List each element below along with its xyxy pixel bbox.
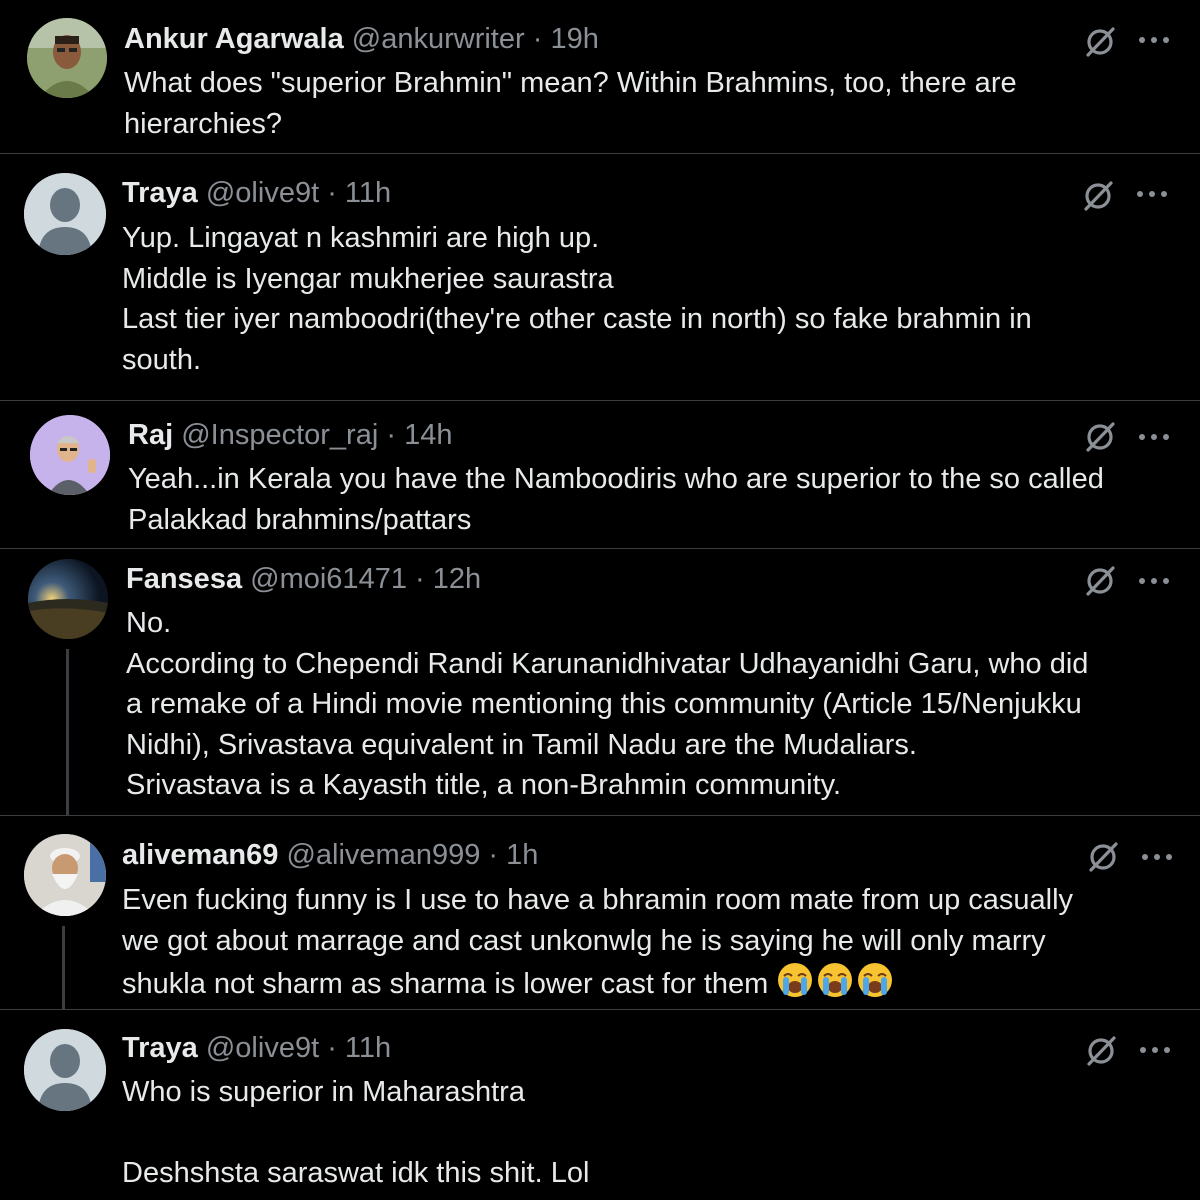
mute-icon[interactable] <box>1080 178 1116 214</box>
timestamp[interactable]: 11h <box>345 1032 391 1064</box>
more-options-icon[interactable] <box>1138 36 1170 44</box>
tweet-text: Who is superior in Maharashtra Deshshsta… <box>122 1076 590 1189</box>
mute-icon[interactable] <box>1083 1033 1119 1069</box>
avatar[interactable] <box>24 1029 106 1111</box>
tweet-header: Traya @olive9t · 11h <box>122 1030 391 1066</box>
avatar[interactable] <box>24 173 106 255</box>
thread-line <box>62 926 65 1009</box>
mute-icon[interactable] <box>1085 839 1121 875</box>
author-name[interactable]: Traya <box>122 177 198 209</box>
author-name[interactable]: Traya <box>122 1032 198 1064</box>
tweet[interactable]: Traya @olive9t · 11h Yup. Lingayat n kas… <box>0 154 1200 400</box>
more-options-icon[interactable] <box>1138 433 1170 441</box>
timestamp[interactable]: 12h <box>433 563 481 595</box>
mute-icon[interactable] <box>1082 419 1118 455</box>
loudly-crying-face-icon <box>818 963 853 997</box>
timestamp[interactable]: 14h <box>404 419 452 451</box>
separator: · <box>319 177 345 209</box>
more-options-icon[interactable] <box>1141 853 1173 861</box>
separator: · <box>524 23 551 55</box>
separator: · <box>406 563 433 595</box>
tweet-header: Raj @Inspector_raj · 14h <box>128 417 452 453</box>
more-options-icon[interactable] <box>1139 1046 1171 1054</box>
tweet-header: Ankur Agarwala @ankurwriter · 19h <box>124 21 599 57</box>
thread-line <box>66 649 69 815</box>
tweet-text-content: Even fucking funny is I use to have a bh… <box>122 884 1074 1000</box>
avatar[interactable] <box>24 834 106 916</box>
tweet[interactable]: aliveman69 @aliveman999 · 1h Even fuckin… <box>0 816 1200 1009</box>
tweet-text: Yeah...in Kerala you have the Namboodiri… <box>128 463 1104 536</box>
separator: · <box>378 419 405 451</box>
tweet-header: Traya @olive9t · 11h <box>122 175 391 211</box>
author-name[interactable]: aliveman69 <box>122 839 278 871</box>
tweet[interactable]: Raj @Inspector_raj · 14h Yeah...in Keral… <box>0 401 1200 548</box>
author-handle[interactable]: @olive9t <box>206 1032 319 1064</box>
loudly-crying-face-icon <box>858 963 893 997</box>
tweet[interactable]: Fansesa @moi61471 · 12h No. According to… <box>0 549 1200 815</box>
timestamp[interactable]: 1h <box>506 839 538 871</box>
author-name[interactable]: Ankur Agarwala <box>124 23 344 55</box>
timestamp[interactable]: 11h <box>345 177 391 209</box>
tweet[interactable]: Traya @olive9t · 11h Who is superior in … <box>0 1010 1200 1200</box>
author-handle[interactable]: @ankurwriter <box>352 23 525 55</box>
tweet[interactable]: Ankur Agarwala @ankurwriter · 19h What d… <box>0 0 1200 153</box>
tweet-text: What does "superior Brahmin" mean? Withi… <box>124 67 1017 140</box>
tweet-text: Even fucking funny is I use to have a bh… <box>122 880 1182 1005</box>
author-handle[interactable]: @olive9t <box>206 177 319 209</box>
tweet-header: Fansesa @moi61471 · 12h <box>126 561 481 597</box>
tweet-text: Yup. Lingayat n kashmiri are high up. Mi… <box>122 222 1032 376</box>
tweet-header: aliveman69 @aliveman999 · 1h <box>122 837 538 873</box>
mute-icon[interactable] <box>1082 24 1118 60</box>
avatar[interactable] <box>27 18 107 98</box>
avatar[interactable] <box>28 559 108 639</box>
mute-icon[interactable] <box>1082 563 1118 599</box>
separator: · <box>480 839 507 871</box>
timestamp[interactable]: 19h <box>550 23 598 55</box>
separator: · <box>319 1032 345 1064</box>
author-handle[interactable]: @moi61471 <box>250 563 407 595</box>
tweet-text: No. According to Chependi Randi Karunani… <box>126 607 1089 801</box>
more-options-icon[interactable] <box>1136 190 1168 198</box>
author-name[interactable]: Raj <box>128 419 173 451</box>
loudly-crying-face-icon <box>778 963 813 997</box>
author-handle[interactable]: @Inspector_raj <box>181 419 378 451</box>
more-options-icon[interactable] <box>1138 577 1170 585</box>
avatar[interactable] <box>30 415 110 495</box>
author-name[interactable]: Fansesa <box>126 563 242 595</box>
author-handle[interactable]: @aliveman999 <box>286 839 480 871</box>
